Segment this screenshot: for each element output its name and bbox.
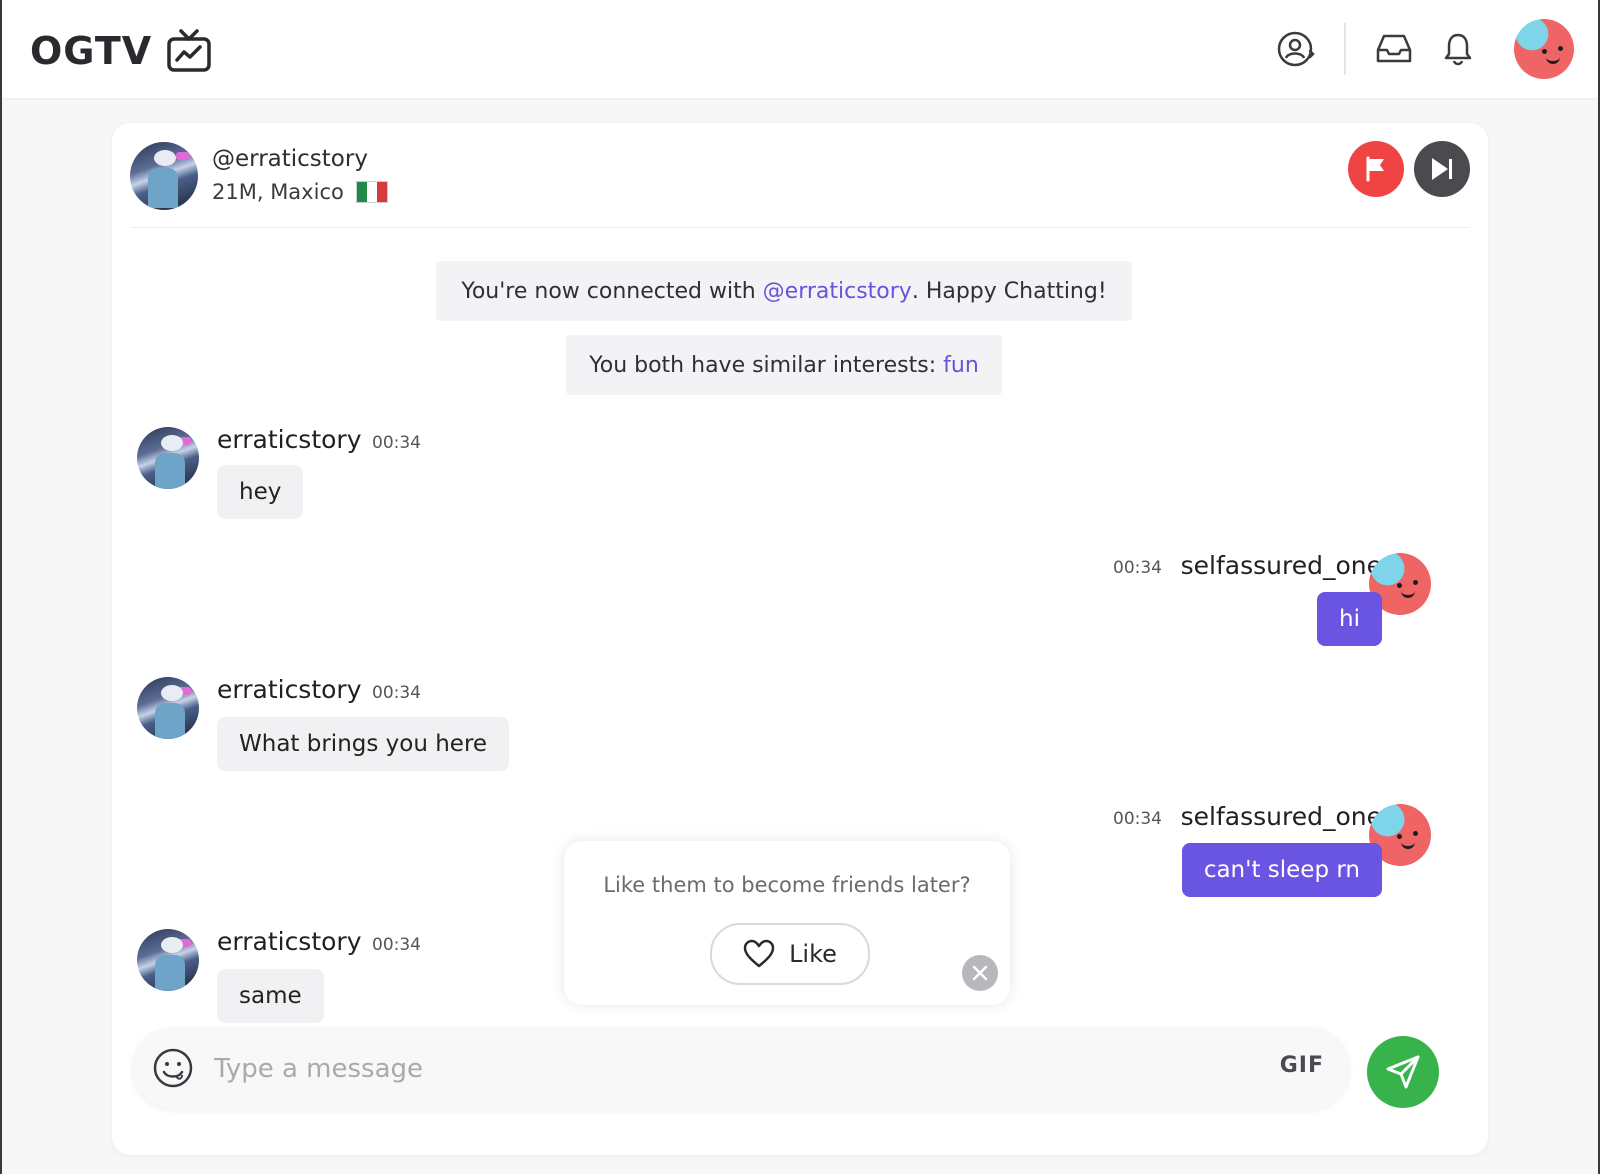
message-bubble: same xyxy=(217,969,324,1023)
profile-divider xyxy=(130,227,1470,228)
logo-text: OGTV xyxy=(30,29,153,73)
popup-question: Like them to become friends later? xyxy=(603,873,971,897)
system-text: . Happy Chatting! xyxy=(911,278,1107,304)
message-sender: selfassured_one xyxy=(1180,802,1382,831)
flag-icon xyxy=(1366,156,1384,182)
emoji-icon[interactable] xyxy=(152,1047,194,1089)
chat-card: @erraticstory 21M, Maxico You're now con… xyxy=(112,123,1488,1155)
partner-meta: 21M, Maxico xyxy=(212,180,344,204)
message-time: 00:34 xyxy=(1113,558,1162,578)
like-button[interactable]: Like xyxy=(710,923,870,985)
report-button[interactable] xyxy=(1348,141,1404,197)
user-avatar[interactable] xyxy=(1514,19,1574,79)
skip-next-icon xyxy=(1432,158,1452,180)
message-sender: erraticstory xyxy=(217,675,362,704)
inbox-icon[interactable] xyxy=(1372,27,1416,71)
tv-icon xyxy=(167,29,211,72)
system-message-connected: You're now connected with @erraticstory.… xyxy=(436,261,1132,321)
message-bubble: hey xyxy=(217,465,304,519)
message-avatar[interactable] xyxy=(137,929,199,991)
account-switch-icon[interactable] xyxy=(1274,27,1318,71)
message-sender: erraticstory xyxy=(217,927,362,956)
system-text: You both have similar interests: xyxy=(589,352,937,378)
message-bubble: can't sleep rn xyxy=(1181,843,1382,897)
message-sender: selfassured_one xyxy=(1180,551,1382,580)
send-button[interactable] xyxy=(1367,1036,1439,1108)
skip-button[interactable] xyxy=(1414,141,1470,197)
close-icon xyxy=(972,965,988,981)
send-icon xyxy=(1386,1055,1420,1089)
partner-handle: @erraticstory xyxy=(212,146,368,172)
message-input[interactable] xyxy=(212,1043,1216,1095)
message-bubble: hi xyxy=(1317,592,1382,646)
header-divider xyxy=(1344,23,1346,75)
mention-link[interactable]: @erraticstory xyxy=(763,279,912,304)
logo[interactable]: OGTV xyxy=(30,24,212,78)
heart-icon xyxy=(743,939,775,968)
partner-profile[interactable]: @erraticstory 21M, Maxico xyxy=(130,141,388,211)
message-time: 00:34 xyxy=(1113,809,1162,829)
message-time: 00:34 xyxy=(372,433,421,453)
system-text: You're now connected with xyxy=(461,278,756,304)
message-bubble: What brings you here xyxy=(217,717,510,771)
popup-close-button[interactable] xyxy=(962,955,998,991)
message-time: 00:34 xyxy=(372,683,421,703)
message-composer: GIF xyxy=(132,1027,1350,1109)
message-avatar[interactable] xyxy=(137,677,199,739)
partner-avatar[interactable] xyxy=(130,142,198,210)
bell-icon[interactable] xyxy=(1436,27,1480,71)
message-time: 00:34 xyxy=(372,935,421,955)
gif-button[interactable]: GIF xyxy=(1280,1053,1324,1078)
system-message-interests: You both have similar interests: fun xyxy=(566,335,1002,395)
window-edge-left xyxy=(0,0,2,1174)
top-bar: OGTV xyxy=(2,0,1598,98)
message-avatar[interactable] xyxy=(137,427,199,489)
mexico-flag-icon xyxy=(355,181,388,203)
like-label: Like xyxy=(789,940,837,968)
friend-like-popup: Like them to become friends later? Like xyxy=(564,841,1010,1005)
interest-tag[interactable]: fun xyxy=(943,353,979,378)
message-sender: erraticstory xyxy=(217,425,362,454)
